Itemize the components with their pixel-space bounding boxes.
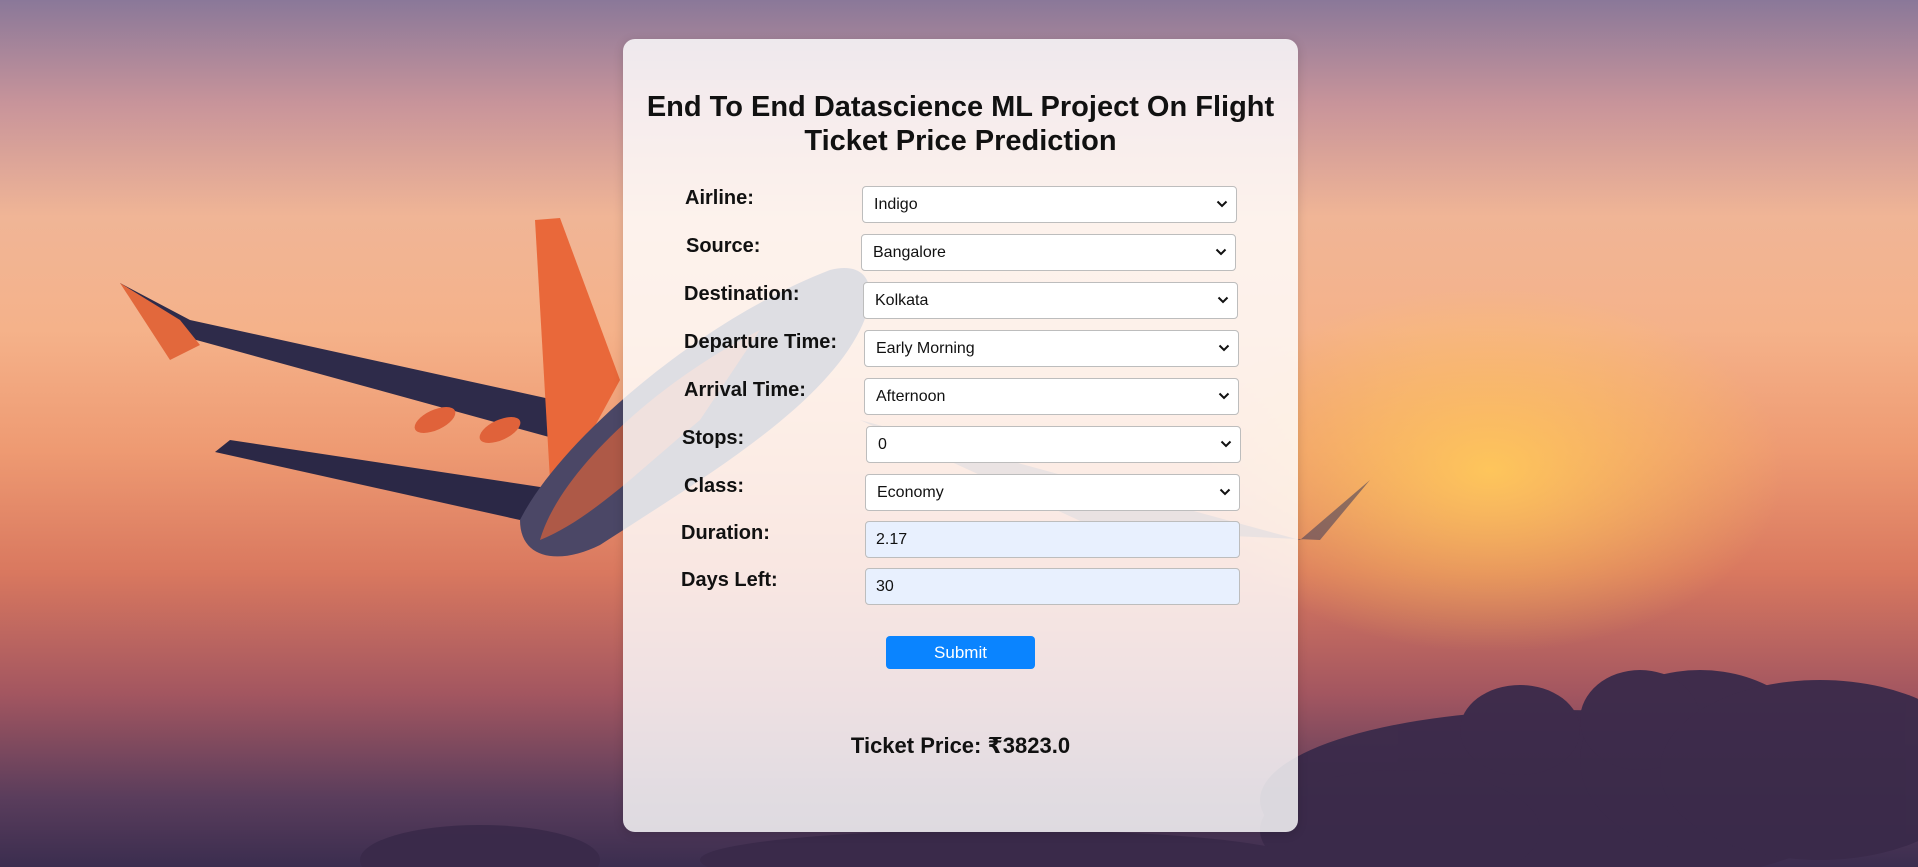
source-select-value: Bangalore [873,244,946,261]
departure-time-select[interactable]: Early Morning [864,330,1239,367]
class-select-value: Economy [877,484,944,501]
page-title: End To End Datascience ML Project On Fli… [646,91,1275,157]
airline-select[interactable]: Indigo [862,186,1237,223]
ticket-price-result: Ticket Price: ₹3823.0 [850,733,1071,758]
class-select[interactable]: Economy [865,474,1240,511]
duration-input[interactable]: 2.17 [865,521,1240,558]
chevron-down-icon [1217,296,1229,304]
chevron-down-icon [1219,488,1231,496]
airline-select-value: Indigo [874,196,918,213]
duration-label: Duration: [681,522,770,544]
departure-time-select-value: Early Morning [876,340,975,357]
chevron-down-icon [1216,200,1228,208]
arrival-time-select[interactable]: Afternoon [864,378,1239,415]
destination-label: Destination: [684,283,800,305]
chevron-down-icon [1218,392,1230,400]
source-select[interactable]: Bangalore [861,234,1236,271]
chevron-down-icon [1218,344,1230,352]
chevron-down-icon [1215,248,1227,256]
arrival-time-select-value: Afternoon [876,388,946,405]
days-left-label: Days Left: [681,569,778,591]
submit-button[interactable]: Submit [886,636,1035,669]
destination-select[interactable]: Kolkata [863,282,1238,319]
stops-label: Stops: [682,427,745,449]
airline-label: Airline: [685,187,754,209]
destination-select-value: Kolkata [875,292,929,309]
class-label: Class: [684,475,745,497]
source-label: Source: [686,235,761,257]
chevron-down-icon [1220,440,1232,448]
stops-select[interactable]: 0 [866,426,1241,463]
prediction-card: End To End Datascience ML Project On Fli… [623,39,1298,832]
days-left-input[interactable]: 30 [865,568,1240,605]
departure-time-label: Departure Time: [684,331,838,353]
arrival-time-label: Arrival Time: [684,379,806,401]
stops-select-value: 0 [878,436,887,453]
